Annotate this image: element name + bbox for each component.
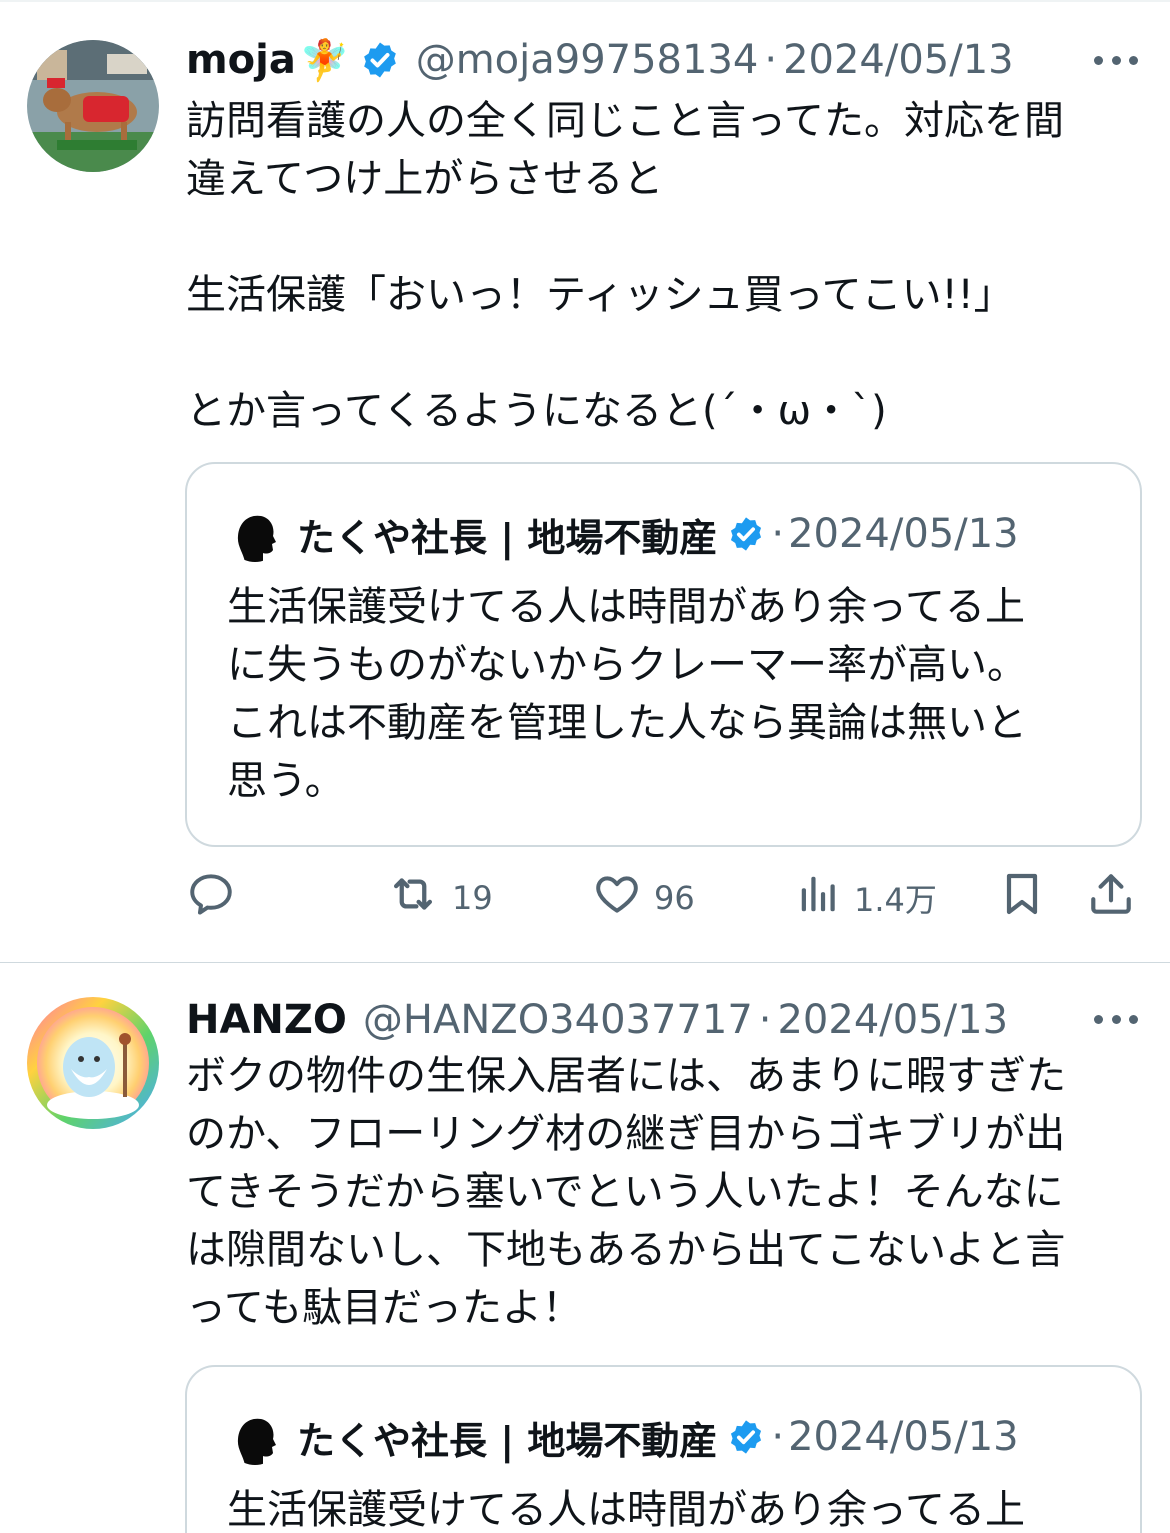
more-options-icon[interactable]	[1094, 1013, 1138, 1025]
action-bar: 19 96 1.4万	[186, 868, 1146, 928]
quote-display-name: たくや社長 | 地場不動産	[297, 515, 718, 560]
tweet[interactable]: HANZO @HANZO34037717 · 2024/05/13 ボクの物件の…	[0, 963, 1170, 1533]
views-icon	[796, 871, 842, 925]
quote-text: 生活保護受けてる人は時間があり余ってる上 に失うものがないからクレーマー率が高い…	[227, 584, 1027, 804]
quote-header: たくや社長 | 地場不動産 · 2024/05/13	[227, 506, 1019, 562]
retweet-icon	[386, 867, 440, 929]
quote-avatar	[227, 506, 283, 562]
bookmark-button[interactable]	[998, 868, 1046, 928]
separator-dot: ·	[771, 511, 785, 557]
like-button[interactable]: 96	[592, 868, 695, 928]
fairy-emoji: 🧚	[299, 37, 350, 84]
reply-icon	[186, 869, 236, 927]
separator-dot: ·	[771, 1414, 785, 1460]
tweet-header: HANZO @HANZO34037717 · 2024/05/13	[186, 995, 1008, 1045]
share-button[interactable]	[1086, 868, 1136, 928]
timestamp[interactable]: 2024/05/13	[783, 37, 1014, 83]
display-name[interactable]: HANZO	[186, 997, 347, 1043]
verified-badge-icon	[727, 1418, 765, 1456]
separator-dot: ·	[764, 37, 778, 83]
retweet-count: 19	[452, 879, 493, 917]
quote-display-name: たくや社長 | 地場不動産	[297, 1418, 718, 1463]
quote-timestamp: 2024/05/13	[788, 511, 1019, 557]
handle[interactable]: @HANZO34037717	[363, 997, 753, 1043]
bookmark-icon	[998, 867, 1046, 929]
quote-header: たくや社長 | 地場不動産 · 2024/05/13	[227, 1409, 1019, 1465]
handle[interactable]: @moja99758134	[416, 37, 759, 83]
display-name[interactable]: moja	[186, 37, 296, 83]
quote-timestamp: 2024/05/13	[788, 1414, 1019, 1460]
retweet-button[interactable]: 19	[386, 868, 493, 928]
verified-badge-icon	[360, 40, 400, 80]
tweet-header: moja 🧚 @moja99758134 · 2024/05/13	[186, 35, 1014, 85]
like-count: 96	[654, 879, 695, 917]
quoted-tweet[interactable]: たくや社長 | 地場不動産 · 2024/05/13 生活保護受けてる人は時間が…	[185, 1365, 1142, 1533]
quoted-tweet[interactable]: たくや社長 | 地場不動産 · 2024/05/13 生活保護受けてる人は時間が…	[185, 462, 1142, 847]
heart-icon	[592, 869, 642, 927]
timestamp[interactable]: 2024/05/13	[777, 997, 1008, 1043]
quote-text: 生活保護受けてる人は時間があり余ってる上	[227, 1487, 1025, 1533]
view-count: 1.4万	[854, 881, 937, 919]
quote-avatar	[227, 1409, 283, 1465]
share-icon	[1086, 869, 1136, 927]
tweet[interactable]: moja 🧚 @moja99758134 · 2024/05/13 訪問看護の人…	[0, 0, 1170, 962]
tweet-text: ボクの物件の生保入居者には、あまりに暇すぎた のか、フローリング材の継ぎ目からゴ…	[186, 1053, 1066, 1331]
separator-dot: ·	[758, 997, 772, 1043]
reply-button[interactable]	[186, 868, 236, 928]
verified-badge-icon	[727, 515, 765, 553]
views-button[interactable]: 1.4万	[796, 868, 937, 928]
avatar[interactable]	[27, 40, 159, 172]
tweet-text: 訪問看護の人の全く同じこと言ってた。対応を間 違えてつけ上がらさせると 生活保護…	[186, 98, 1064, 434]
avatar[interactable]	[27, 997, 159, 1129]
more-options-icon[interactable]	[1094, 54, 1138, 66]
